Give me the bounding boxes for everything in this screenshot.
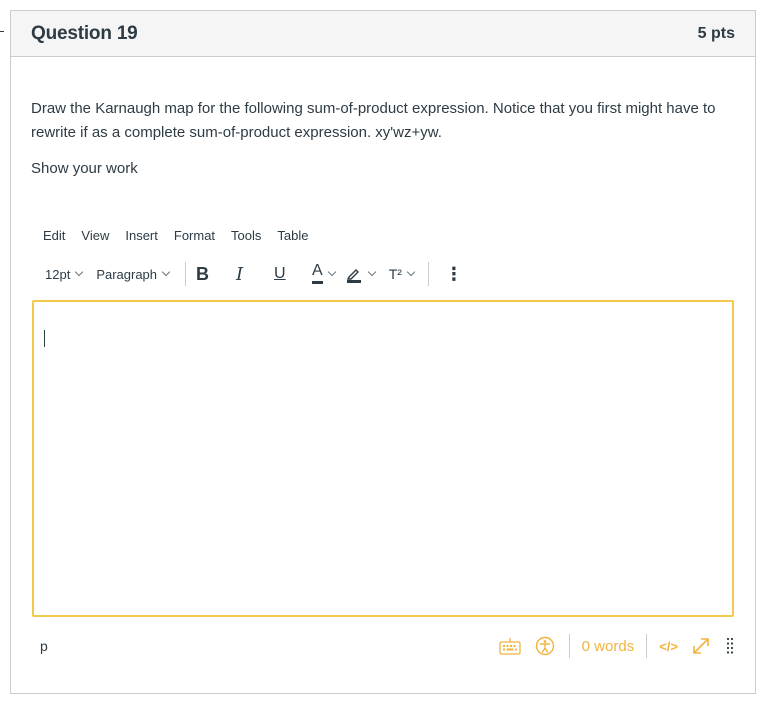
question-prompt: Draw the Karnaugh map for the following … <box>31 100 716 141</box>
question-instruction: Show your work <box>31 160 138 177</box>
editor-statusbar: p 0 words </> <box>32 632 734 660</box>
toolbar-divider <box>185 262 187 286</box>
toolbar-divider <box>427 262 429 286</box>
highlight-color-button[interactable] <box>345 265 376 283</box>
statusbar-divider <box>568 634 570 658</box>
bold-button[interactable]: B <box>196 264 220 285</box>
text-caret <box>44 330 45 347</box>
statusbar-divider <box>646 634 648 658</box>
chevron-down-icon <box>406 267 416 277</box>
superscript-button[interactable]: T² <box>388 266 416 282</box>
question-header: Question 19 5 pts <box>11 11 755 57</box>
fullscreen-icon[interactable] <box>690 635 712 657</box>
block-format-dropdown[interactable]: Paragraph <box>96 266 171 282</box>
menu-insert[interactable]: Insert <box>125 228 158 248</box>
editor-toolbar: 12pt Paragraph B I U A T² ⋮ <box>45 261 463 287</box>
chevron-down-icon <box>161 267 171 277</box>
question-title: Question 19 <box>31 22 138 44</box>
editor-menubar: Edit View Insert Format Tools Table <box>43 228 324 248</box>
statusbar-tools: 0 words </> <box>499 634 734 658</box>
html-editor-toggle[interactable]: </> <box>659 639 678 654</box>
superscript-icon: T² <box>388 266 402 282</box>
menu-format[interactable]: Format <box>174 228 215 248</box>
text-color-button[interactable]: A <box>312 263 336 284</box>
menu-edit[interactable]: Edit <box>43 228 65 248</box>
menu-view[interactable]: View <box>81 228 109 248</box>
font-size-dropdown[interactable]: 12pt <box>45 266 84 282</box>
font-size-value: 12pt <box>45 266 71 282</box>
resize-handle-icon[interactable] <box>726 637 734 655</box>
more-options-icon[interactable]: ⋮ <box>445 265 463 283</box>
word-count: 0 words <box>581 637 635 655</box>
menu-table[interactable]: Table <box>277 228 308 248</box>
chevron-down-icon <box>367 267 376 277</box>
chevron-down-icon <box>75 267 84 277</box>
element-path[interactable]: p <box>40 638 48 654</box>
highlighter-icon <box>346 269 361 283</box>
chevron-down-icon <box>327 267 336 277</box>
keyboard-shortcuts-icon[interactable] <box>499 637 521 655</box>
italic-button[interactable]: I <box>236 264 260 285</box>
underline-button[interactable]: U <box>274 265 298 283</box>
rich-text-editor[interactable] <box>32 300 734 617</box>
text-color-icon: A <box>312 263 323 284</box>
question-points: 5 pts <box>697 24 735 42</box>
left-edge-mark <box>0 31 4 32</box>
block-format-value: Paragraph <box>96 266 158 282</box>
accessibility-checker-icon[interactable] <box>535 636 555 656</box>
menu-tools[interactable]: Tools <box>231 228 261 248</box>
